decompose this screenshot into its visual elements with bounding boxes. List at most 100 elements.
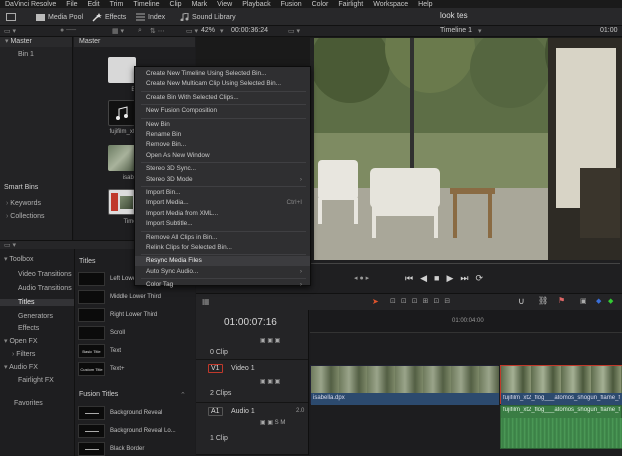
effects-tree-item[interactable]: › Filters: [0, 351, 74, 358]
context-menu-item[interactable]: Remove All Clips in Bin...: [135, 233, 310, 243]
fusion-title-preset[interactable]: Background Reveal Lo...: [78, 424, 184, 438]
playback-controls[interactable]: ⏮◀■▶⏭⟳: [405, 273, 490, 284]
effects-tree-item[interactable]: ▾ Open FX: [0, 337, 74, 345]
effects-tree-item[interactable]: Titles: [0, 299, 74, 306]
media-pool-button[interactable]: Media Pool: [36, 11, 83, 23]
view-mode-icon[interactable]: ▦ ▾: [112, 27, 124, 35]
search-icon[interactable]: ⌕: [138, 27, 142, 35]
timeline-name[interactable]: Timeline 1: [440, 27, 472, 34]
menu-file[interactable]: File: [61, 1, 82, 8]
menu-workspace[interactable]: Workspace: [368, 1, 413, 8]
zoom-dropdown-icon[interactable]: ▾: [220, 27, 224, 35]
context-menu-item[interactable]: Auto Sync Audio... ›: [135, 267, 310, 277]
menu-edit[interactable]: Edit: [83, 1, 105, 8]
edit-tools[interactable]: ⊡⊡⊡⊞⊡⊟: [390, 297, 455, 305]
bin-folder-thumbnail[interactable]: [108, 57, 136, 83]
context-menu-item[interactable]: New Fusion Composition: [135, 106, 310, 116]
timeline-thumbnail[interactable]: [108, 189, 136, 215]
lock-icon[interactable]: ▣: [580, 297, 587, 305]
menu-mark[interactable]: Mark: [187, 1, 213, 8]
track-controls[interactable]: ▣ ▣ S M: [260, 419, 285, 426]
context-menu-item[interactable]: Stereo 3D Mode ›: [135, 175, 310, 185]
title-preset[interactable]: Right Lower Third: [78, 308, 184, 322]
title-preset[interactable]: Basic Title Text: [78, 344, 184, 358]
context-menu-item[interactable]: Import Bin...: [135, 188, 310, 198]
effects-tree-item[interactable]: ▾ Audio FX: [0, 363, 74, 371]
audio-clip-thumbnail[interactable]: [108, 100, 136, 126]
menu-trim[interactable]: Trim: [105, 1, 129, 8]
menu-timeline[interactable]: Timeline: [128, 1, 164, 8]
context-menu-item[interactable]: Create New Timeline Using Selected Bin..…: [135, 69, 310, 79]
track-header[interactable]: V1 Video 1 ▣ ▣ ▣ 2 Clips: [196, 360, 308, 403]
thumb-size-slider[interactable]: ● ──: [60, 27, 76, 34]
video-clip-thumbnail[interactable]: [108, 145, 136, 171]
link-icon[interactable]: ⛓: [538, 296, 548, 305]
context-menu-item[interactable]: Create Bin With Selected Clips...: [135, 93, 310, 103]
context-menu-item[interactable]: Relink Clips for Selected Bin...: [135, 243, 310, 253]
smart-bin-collections[interactable]: › Collections: [6, 213, 45, 220]
title-preset[interactable]: Scroll: [78, 326, 184, 340]
collapse-icon[interactable]: ⌃: [180, 391, 186, 399]
zoom-level[interactable]: 42%: [201, 27, 215, 34]
viewer-dots-icon[interactable]: ◂ ● ▸: [354, 274, 369, 282]
effects-tree-item[interactable]: Fairlight FX: [0, 377, 74, 384]
context-menu-item[interactable]: Remove Bin...: [135, 140, 310, 150]
selection-tool-icon[interactable]: ➤: [372, 297, 379, 306]
menu-fairlight[interactable]: Fairlight: [333, 1, 368, 8]
viewer-options-icon[interactable]: ▭ ▾: [288, 27, 300, 35]
title-preset[interactable]: Middle Lower Third: [78, 290, 184, 304]
effects-button[interactable]: Effects: [92, 11, 126, 23]
menu-fusion[interactable]: Fusion: [276, 1, 307, 8]
index-button[interactable]: Index: [136, 11, 165, 23]
timeline-dropdown-icon[interactable]: ▾: [478, 27, 482, 35]
fusion-title-preset[interactable]: Background Reveal: [78, 406, 184, 420]
sort-icon[interactable]: ⇅ ⋯: [150, 27, 165, 35]
flag-icon[interactable]: ⚑: [558, 296, 565, 305]
panel-layout-icon[interactable]: ▦: [202, 297, 210, 306]
marker-color-icon[interactable]: ◆: [608, 297, 613, 305]
context-menu-item[interactable]: Color Tag ›: [135, 280, 310, 290]
context-menu-item[interactable]: Resync Media Files: [135, 256, 310, 267]
context-menu-item[interactable]: Create New Multicam Clip Using Selected …: [135, 79, 310, 89]
context-menu-item[interactable]: Import Subtitle...: [135, 219, 310, 229]
fusion-title-preset[interactable]: Black Border: [78, 442, 184, 456]
panel-toggle-icon[interactable]: ▭ ▾: [4, 27, 16, 35]
menu-color[interactable]: Color: [307, 1, 334, 8]
marker-icon[interactable]: ◆: [596, 297, 601, 305]
menu-playback[interactable]: Playback: [237, 1, 275, 8]
audio-clip-fujifilm[interactable]: fujifilm_xt2_flog___atomos_shogun_flame_…: [500, 405, 622, 449]
track-header[interactable]: A1 Audio 1 2.0 ▣ ▣ S M 1 Clip: [196, 403, 308, 455]
viewer-mode-icon[interactable]: ▭ ▾: [186, 27, 198, 35]
smart-bin-keywords[interactable]: › Keywords: [6, 200, 41, 207]
context-menu-item[interactable]: Stereo 3D Sync...: [135, 164, 310, 174]
effects-tree-item[interactable]: ▾ Toolbox: [0, 255, 74, 263]
favorites-item[interactable]: Favorites: [14, 400, 43, 407]
track-header[interactable]: ▣ ▣ ▣ 0 Clip: [196, 333, 308, 360]
video-frame[interactable]: [310, 38, 622, 260]
context-menu-item[interactable]: Rename Bin: [135, 130, 310, 140]
menu-clip[interactable]: Clip: [165, 1, 187, 8]
effects-tree-item[interactable]: Audio Transitions: [0, 285, 74, 292]
context-menu-item[interactable]: Import Media from XML...: [135, 209, 310, 219]
title-preset[interactable]: Custom Title Text+: [78, 362, 184, 376]
context-menu-item[interactable]: New Bin: [135, 120, 310, 130]
master-bin-header[interactable]: ▾ Master: [0, 37, 72, 47]
video-clip-isabella[interactable]: isabella.dpx: [310, 365, 499, 405]
context-menu-item[interactable]: Import Media... Ctrl+I: [135, 198, 310, 208]
effects-tree-item[interactable]: Video Transitions: [0, 271, 74, 278]
video-clip-fujifilm[interactable]: fujifilm_xt2_flog___atomos_shogun_flame_…: [500, 365, 622, 405]
menu-davinci-resolve[interactable]: DaVinci Resolve: [0, 1, 61, 8]
sound-library-button[interactable]: Sound Library: [180, 11, 236, 23]
snapping-icon[interactable]: ∪: [518, 296, 525, 307]
menu-help[interactable]: Help: [413, 1, 437, 8]
scrubber-track[interactable]: [310, 263, 620, 264]
track-controls[interactable]: ▣ ▣ ▣: [260, 337, 280, 344]
track-controls[interactable]: ▣ ▣ ▣: [260, 378, 280, 385]
bin-item[interactable]: Bin 1: [0, 47, 72, 58]
context-menu-item[interactable]: Open As New Window: [135, 151, 310, 161]
effects-tree-item[interactable]: Effects: [0, 325, 74, 332]
effects-tree-item[interactable]: Generators: [0, 313, 74, 320]
smart-bins-header[interactable]: Smart Bins: [4, 184, 38, 191]
workspace-icon[interactable]: [6, 11, 19, 23]
menu-view[interactable]: View: [212, 1, 237, 8]
